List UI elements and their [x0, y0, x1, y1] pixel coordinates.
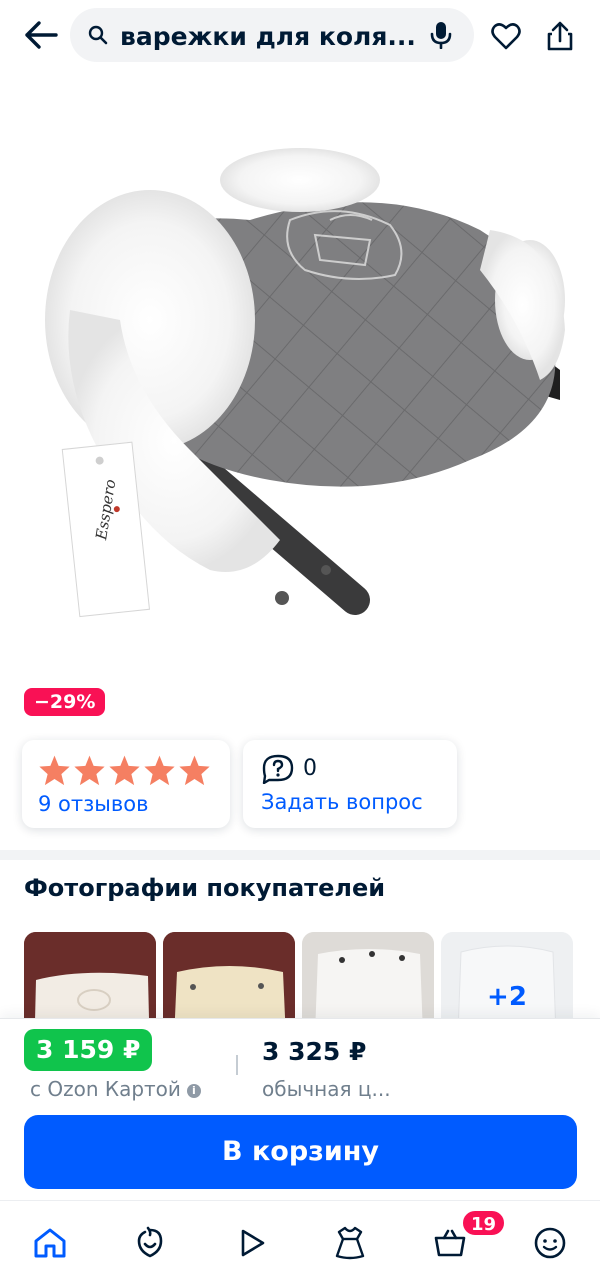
- product-image-gallery[interactable]: Esspero: [0, 70, 600, 670]
- price-bar: 3 159 ₽ с Ozon Картой i 3 325 ₽ обычная ц…: [0, 1018, 600, 1200]
- dress-icon: [335, 1226, 365, 1260]
- star-icon: [179, 755, 210, 786]
- search-icon: [88, 25, 108, 45]
- more-photos-button[interactable]: +2: [441, 932, 573, 1022]
- heart-icon: [491, 23, 521, 50]
- reviews-link[interactable]: 9 отзывов: [38, 792, 148, 816]
- cart-icon: [434, 1229, 466, 1257]
- microphone-icon[interactable]: [430, 21, 452, 49]
- questions-count: 0: [303, 756, 317, 781]
- nav-video[interactable]: [232, 1223, 272, 1263]
- bottom-navigation: [0, 1200, 600, 1282]
- add-to-cart-button[interactable]: В корзину: [24, 1115, 577, 1189]
- section-divider: [0, 850, 600, 860]
- customer-photos-title: Фотографии покупателей: [24, 874, 386, 902]
- back-button[interactable]: [20, 14, 62, 56]
- top-bar: варежки для коля...: [0, 0, 600, 70]
- star-icon: [109, 755, 140, 786]
- share-button[interactable]: [540, 16, 580, 56]
- favorite-button[interactable]: [486, 16, 526, 56]
- ask-question-link[interactable]: Задать вопрос: [261, 790, 423, 814]
- regular-price-label: обычная ц...: [262, 1077, 391, 1101]
- profile-face-icon: [534, 1227, 566, 1259]
- search-field[interactable]: варежки для коля...: [70, 8, 474, 62]
- nav-profile[interactable]: [530, 1223, 570, 1263]
- star-icon: [74, 755, 105, 786]
- cart-count-badge: 19: [461, 1209, 507, 1237]
- rating-stars: [38, 754, 211, 786]
- play-icon: [241, 1229, 265, 1257]
- price-divider: [236, 1055, 238, 1075]
- info-icon[interactable]: i: [186, 1084, 201, 1098]
- fresh-icon: [137, 1226, 163, 1258]
- discount-badge: −29%: [24, 688, 106, 716]
- search-query-text[interactable]: варежки для коля...: [120, 22, 420, 51]
- rating-card[interactable]: 9 отзывов: [22, 740, 230, 828]
- stroller-muff-illustration: Esspero: [45, 148, 565, 618]
- regular-price: 3 325 ₽: [262, 1037, 367, 1066]
- product-image: Esspero: [0, 70, 600, 670]
- customer-photo[interactable]: [24, 932, 156, 1022]
- nav-fresh[interactable]: [130, 1223, 170, 1263]
- nav-fashion[interactable]: [330, 1223, 370, 1263]
- question-bubble-icon: [262, 754, 294, 784]
- ozon-card-label-text: с Ozon Картой: [30, 1077, 181, 1101]
- customer-photo[interactable]: [163, 932, 295, 1022]
- nav-home[interactable]: [30, 1223, 70, 1263]
- product-page: варежки для коля... Esspero −29% 9 отзыв…: [0, 0, 600, 1282]
- ozon-card-label[interactable]: с Ozon Картой i: [30, 1077, 201, 1101]
- questions-card[interactable]: 0 Задать вопрос: [243, 740, 457, 828]
- more-photos-count: +2: [487, 982, 527, 1012]
- home-icon: [34, 1228, 66, 1258]
- customer-photo[interactable]: [302, 932, 434, 1022]
- arrow-left-icon: [25, 21, 58, 49]
- star-icon: [144, 755, 175, 786]
- ozon-card-price: 3 159 ₽: [24, 1029, 153, 1071]
- share-icon: [547, 21, 573, 51]
- star-icon: [39, 755, 70, 786]
- customer-photos-strip: +2: [24, 932, 600, 1022]
